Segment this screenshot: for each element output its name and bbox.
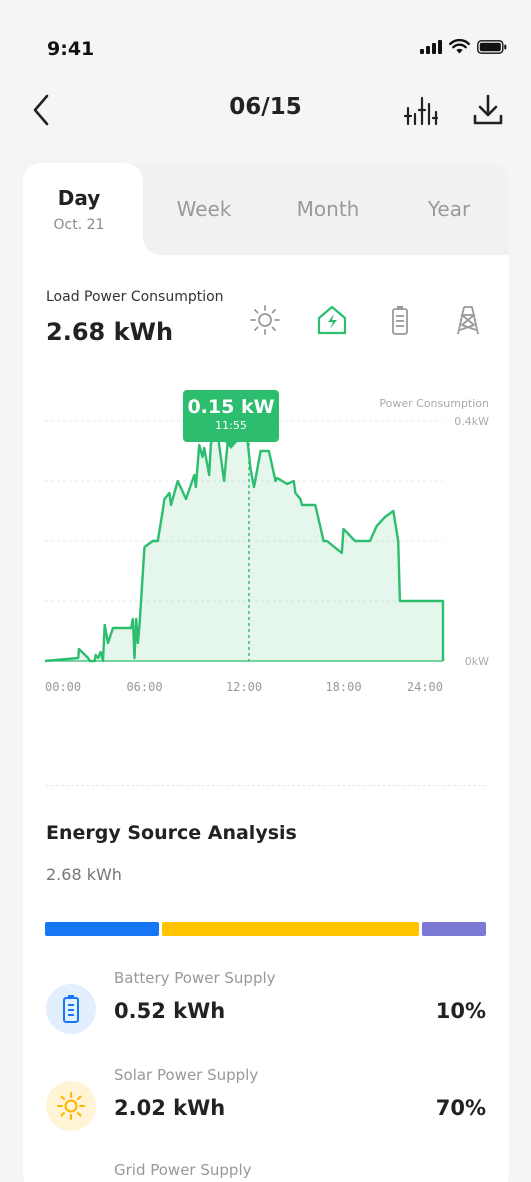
x-tick-label: 12:00 (226, 680, 262, 694)
status-time: 9:41 (47, 38, 95, 60)
source-row-solar[interactable]: Solar Power Supply 2.02 kWh 70% (23, 1066, 509, 1146)
tab-year[interactable]: Year (399, 163, 499, 255)
section-divider (46, 785, 486, 786)
x-tick-label: 24:00 (407, 680, 443, 694)
cellular-signal-icon (420, 39, 442, 54)
source-label: Solar Power Supply (114, 1066, 259, 1084)
nav-header: 06/15 (0, 80, 531, 140)
y-tick-label: 0.4kW (454, 415, 489, 428)
solar-filter-button[interactable] (248, 303, 282, 337)
sun-icon (57, 1092, 85, 1120)
share-bar-solar (161, 922, 420, 936)
tab-day-label: Day (57, 186, 101, 210)
tab-month[interactable]: Month (273, 163, 383, 255)
x-tick-label: 18:00 (325, 680, 361, 694)
battery-icon (63, 995, 79, 1023)
analysis-total: 2.68 kWh (46, 865, 122, 884)
status-icons (420, 39, 507, 54)
source-value: 0.52 kWh (114, 999, 226, 1023)
wifi-icon (449, 39, 470, 54)
battery-icon (392, 306, 408, 335)
y-axis-label: Power Consumption (379, 397, 489, 410)
source-value: 2.02 kWh (114, 1096, 226, 1120)
home-filter-button[interactable] (315, 303, 349, 337)
home-power-icon (317, 305, 347, 335)
grid-filter-button[interactable] (451, 303, 485, 337)
tab-week[interactable]: Week (151, 163, 257, 255)
source-percent: 70% (435, 1096, 486, 1120)
sun-icon (250, 305, 280, 335)
share-bar-battery (45, 922, 159, 936)
download-icon (473, 94, 503, 125)
battery-badge (46, 984, 96, 1034)
download-button[interactable] (470, 92, 506, 128)
metric-value: 2.68 kWh (46, 318, 174, 346)
tab-day[interactable]: Day Oct. 21 (23, 163, 143, 255)
x-tick-label: 06:00 (126, 680, 162, 694)
source-row-grid[interactable]: Grid Power Supply (23, 1161, 509, 1182)
period-tabs: Day Oct. 21 Week Month Year (23, 163, 509, 255)
y-tick-label: 0kW (465, 655, 489, 668)
energy-day-screen: 9:41 06/15 Day Oct. 21 Week Month Year L… (0, 0, 531, 1182)
chart-view-button[interactable] (403, 94, 439, 128)
metric-label: Load Power Consumption (46, 289, 224, 305)
chart-tooltip: 0.15 kW 11:55 (183, 390, 279, 449)
share-bar-grid (422, 922, 486, 936)
status-bar: 9:41 (0, 0, 531, 80)
page-title: 06/15 (229, 94, 302, 120)
tooltip-value: 0.15 kW (187, 396, 275, 418)
tab-day-date: Oct. 21 (53, 217, 105, 233)
bar-chart-icon (403, 96, 439, 126)
source-label: Battery Power Supply (114, 969, 276, 987)
stats-card: Day Oct. 21 Week Month Year Load Power C… (23, 163, 509, 1182)
solar-badge (46, 1081, 96, 1131)
analysis-title: Energy Source Analysis (46, 822, 297, 844)
x-tick-label: 00:00 (45, 680, 81, 694)
source-label: Grid Power Supply (114, 1161, 252, 1179)
source-row-battery[interactable]: Battery Power Supply 0.52 kWh 10% (23, 969, 509, 1049)
source-percent: 10% (435, 999, 486, 1023)
tooltip-time: 11:55 (215, 419, 247, 432)
power-chart[interactable]: Power Consumption 0kW 0.4kW 00:00 06:00 12:00… (23, 383, 509, 763)
grid-tower-icon (457, 306, 479, 335)
battery-filter-button[interactable] (383, 303, 417, 337)
battery-status-icon (477, 39, 507, 54)
